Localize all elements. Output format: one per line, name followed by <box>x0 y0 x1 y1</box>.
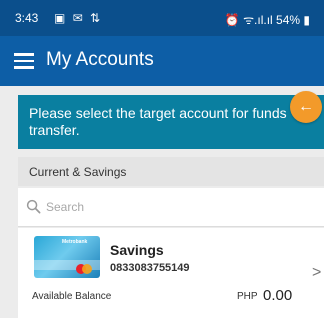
search-bar[interactable]: Search <box>18 188 324 227</box>
status-time: 3:43 <box>15 11 39 25</box>
app-bar: My Accounts <box>0 36 324 86</box>
card-brand-logo: Metrobank <box>62 239 88 245</box>
chevron-right-icon[interactable]: > <box>312 264 321 282</box>
back-arrow-icon[interactable]: ← <box>290 91 322 123</box>
balance-currency: PHP <box>237 291 258 302</box>
account-list-item[interactable]: Metrobank Savings 0833083755149 > Availa… <box>18 228 324 318</box>
search-input[interactable]: Search <box>46 200 84 214</box>
account-name: Savings <box>110 242 164 258</box>
balance-label: Available Balance <box>32 291 112 302</box>
search-icon <box>26 199 41 214</box>
account-number: 0833083755149 <box>110 262 190 274</box>
banner-message: Please select the target account for fun… <box>29 105 287 138</box>
status-right-indicators: ⏰ ᯤ.ıl.ıl 54% ▮ <box>224 13 310 27</box>
status-bar: 3:43 ▣ ✉ ⇅ ⏰ ᯤ.ıl.ıl 54% ▮ <box>0 0 324 36</box>
hamburger-menu-icon[interactable] <box>14 53 34 69</box>
page-title: My Accounts <box>46 49 154 70</box>
info-banner: Please select the target account for fun… <box>18 95 324 149</box>
balance-amount: 0.00 <box>263 287 293 304</box>
section-header: Current & Savings <box>18 157 324 186</box>
mastercard-logo-overlap <box>82 264 92 274</box>
notification-icons: ▣ ✉ ⇅ <box>54 11 103 25</box>
card-image: Metrobank <box>34 236 100 278</box>
section-label: Current & Savings <box>29 165 127 179</box>
